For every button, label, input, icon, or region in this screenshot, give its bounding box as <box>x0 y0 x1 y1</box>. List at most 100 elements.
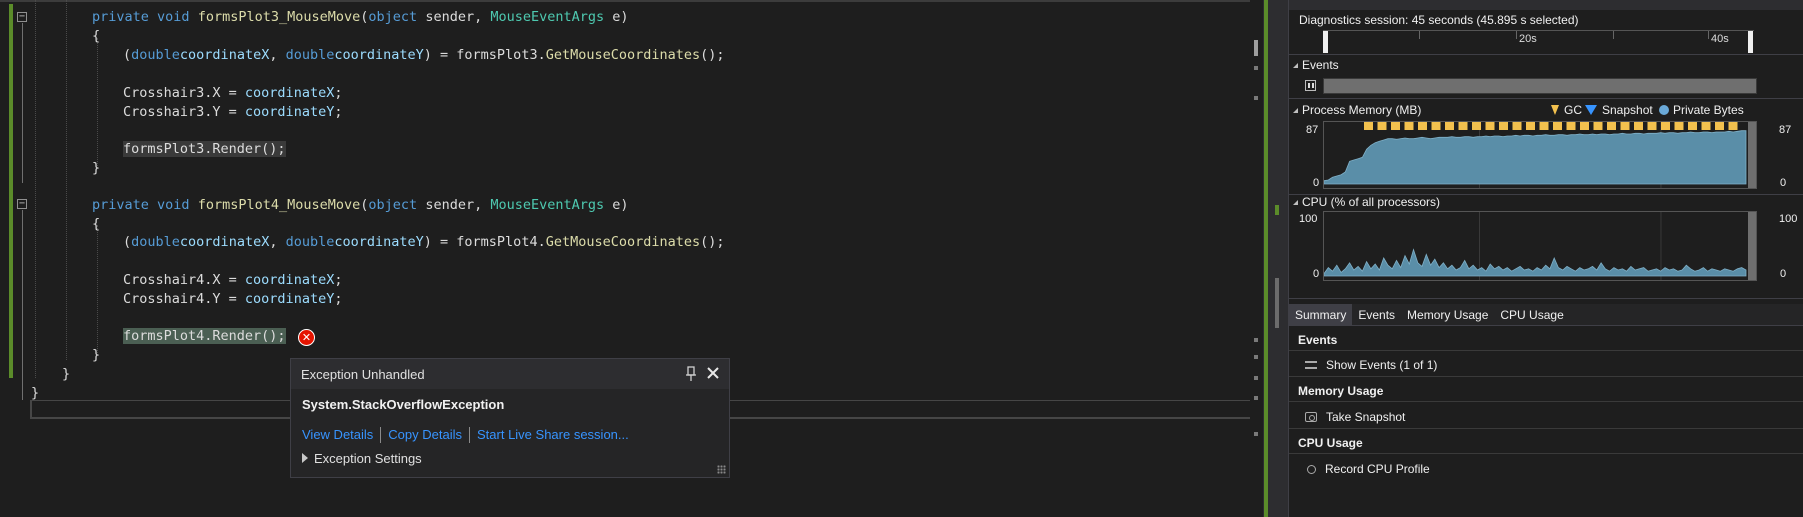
selection-start-handle[interactable] <box>1323 31 1328 53</box>
tab-events[interactable]: Events <box>1352 304 1401 326</box>
gc-event-marker[interactable] <box>1674 122 1684 130</box>
summary-divider <box>1289 453 1803 454</box>
indent-guide <box>97 225 98 355</box>
code-token: , <box>269 47 286 63</box>
scrollbar-mark <box>1254 338 1258 342</box>
pin-icon[interactable] <box>685 366 697 382</box>
code-line[interactable]: formsPlot3.Render(); <box>123 140 286 159</box>
memory-chart-area <box>1323 130 1747 185</box>
gc-event-marker[interactable] <box>1445 122 1454 130</box>
exception-settings-toggle[interactable]: Exception Settings <box>302 451 422 466</box>
resize-grip-icon[interactable] <box>717 465 726 474</box>
collapse-method-icon[interactable]: − <box>17 199 27 209</box>
tab-cpu-usage[interactable]: CPU Usage <box>1494 304 1569 326</box>
code-line[interactable]: } <box>92 159 100 178</box>
cpu-section-header[interactable]: CPU (% of all processors) <box>1293 195 1440 209</box>
gc-event-marker[interactable] <box>1526 122 1535 130</box>
code-line[interactable]: private void formsPlot3_MouseMove(object… <box>92 8 629 27</box>
show-events-link[interactable]: Show Events (1 of 1) <box>1305 358 1437 372</box>
code-line[interactable]: (doublecoordinateX, doublecoordinateY) =… <box>123 46 725 65</box>
legend-gc-label: GC <box>1564 103 1582 117</box>
gc-event-marker[interactable] <box>1499 122 1508 130</box>
code-line[interactable]: } <box>62 365 70 384</box>
tab-summary[interactable]: Summary <box>1289 304 1353 326</box>
scrollbar-mark <box>1254 355 1258 359</box>
exception-helper-popup[interactable]: Exception Unhandled System.StackOverflow… <box>290 358 730 478</box>
code-line[interactable]: } <box>92 346 100 365</box>
code-line[interactable]: { <box>92 215 100 234</box>
legend-private-bytes: Private Bytes <box>1659 103 1744 117</box>
break-events-icon <box>1305 80 1316 91</box>
memory-chart-box[interactable] <box>1323 121 1757 189</box>
code-line[interactable]: Crosshair3.X = coordinateX; <box>123 84 342 103</box>
gc-event-marker[interactable] <box>1539 122 1549 130</box>
timeline-ruler[interactable]: 20s 40s <box>1323 30 1754 53</box>
events-section-header[interactable]: Events <box>1293 58 1339 72</box>
gc-event-marker[interactable] <box>1472 122 1481 130</box>
code-line[interactable]: formsPlot4.Render(); <box>123 327 286 346</box>
code-brace: } <box>92 160 101 176</box>
gc-event-marker[interactable] <box>1553 122 1562 130</box>
gc-event-marker[interactable] <box>1593 122 1603 130</box>
gc-event-marker[interactable] <box>1512 122 1522 130</box>
gc-event-marker[interactable] <box>1377 122 1387 130</box>
code-token: Crosshair3.X = <box>123 85 245 101</box>
legend-snapshot-label: Snapshot <box>1602 103 1653 117</box>
memory-chart <box>1323 122 1756 188</box>
gc-event-marker[interactable] <box>1458 122 1468 130</box>
scrollbar-mark <box>1254 396 1258 400</box>
pane-splitter[interactable] <box>1263 0 1288 517</box>
view-details-link[interactable]: View Details <box>302 427 373 443</box>
collapse-method-icon[interactable]: − <box>17 12 27 22</box>
error-icon[interactable]: ✕ <box>298 329 315 346</box>
close-icon[interactable] <box>705 365 721 381</box>
cpu-chart-box[interactable] <box>1323 211 1757 281</box>
gc-event-marker[interactable] <box>1391 122 1400 130</box>
gc-event-marker[interactable] <box>1431 122 1441 130</box>
gc-event-marker[interactable] <box>1364 122 1373 130</box>
gc-event-marker[interactable] <box>1418 122 1427 130</box>
popup-links: View Details Copy Details Start Live Sha… <box>302 427 629 443</box>
link-separator <box>469 427 470 443</box>
legend-private-bytes-label: Private Bytes <box>1673 103 1744 117</box>
gc-event-marker[interactable] <box>1620 122 1630 130</box>
gc-event-marker[interactable] <box>1580 122 1589 130</box>
selection-end-handle[interactable] <box>1748 31 1753 53</box>
gc-event-marker[interactable] <box>1661 122 1670 130</box>
events-track[interactable] <box>1323 78 1757 94</box>
take-snapshot-button[interactable]: Take Snapshot <box>1305 410 1405 424</box>
summary-divider <box>1289 401 1803 402</box>
code-token: e) <box>604 9 629 25</box>
gc-event-marker[interactable] <box>1404 122 1414 130</box>
indent-guide <box>35 0 36 378</box>
code-line[interactable]: (doublecoordinateX, doublecoordinateY) =… <box>123 233 725 252</box>
diagnostic-tools-panel: Diagnostics session: 45 seconds (45.895 … <box>1288 0 1803 517</box>
gc-event-marker[interactable] <box>1485 122 1495 130</box>
code-line[interactable]: private void formsPlot4_MouseMove(object… <box>92 196 629 215</box>
code-line[interactable]: } <box>31 384 39 403</box>
gc-event-marker[interactable] <box>1715 122 1724 130</box>
live-share-link[interactable]: Start Live Share session... <box>477 427 629 443</box>
gc-event-marker[interactable] <box>1688 122 1697 130</box>
code-editor[interactable]: − − private void formsPlot3_MouseMove(ob… <box>0 0 1263 517</box>
code-token: formsPlot4_MouseMove <box>197 197 361 213</box>
editor-scrollbar[interactable] <box>1250 0 1263 517</box>
show-events-label: Show Events (1 of 1) <box>1326 358 1438 372</box>
code-line[interactable]: { <box>92 27 100 46</box>
summary-divider <box>1289 350 1803 351</box>
code-line[interactable]: Crosshair4.Y = coordinateY; <box>123 290 342 309</box>
memory-section-header[interactable]: Process Memory (MB) <box>1293 103 1421 117</box>
code-line[interactable]: Crosshair4.X = coordinateX; <box>123 271 342 290</box>
gc-event-marker[interactable] <box>1647 122 1657 130</box>
tab-memory-usage[interactable]: Memory Usage <box>1401 304 1494 326</box>
copy-details-link[interactable]: Copy Details <box>388 427 462 443</box>
code-line[interactable]: Crosshair3.Y = coordinateY; <box>123 103 342 122</box>
gc-event-marker[interactable] <box>1634 122 1643 130</box>
cpu-section-title: CPU (% of all processors) <box>1302 195 1441 209</box>
gc-event-marker[interactable] <box>1728 122 1738 130</box>
change-marker <box>9 4 13 378</box>
gc-event-marker[interactable] <box>1607 122 1616 130</box>
gc-event-marker[interactable] <box>1566 122 1576 130</box>
record-cpu-profile-button[interactable]: Record CPU Profile <box>1305 462 1430 476</box>
gc-event-marker[interactable] <box>1701 122 1711 130</box>
